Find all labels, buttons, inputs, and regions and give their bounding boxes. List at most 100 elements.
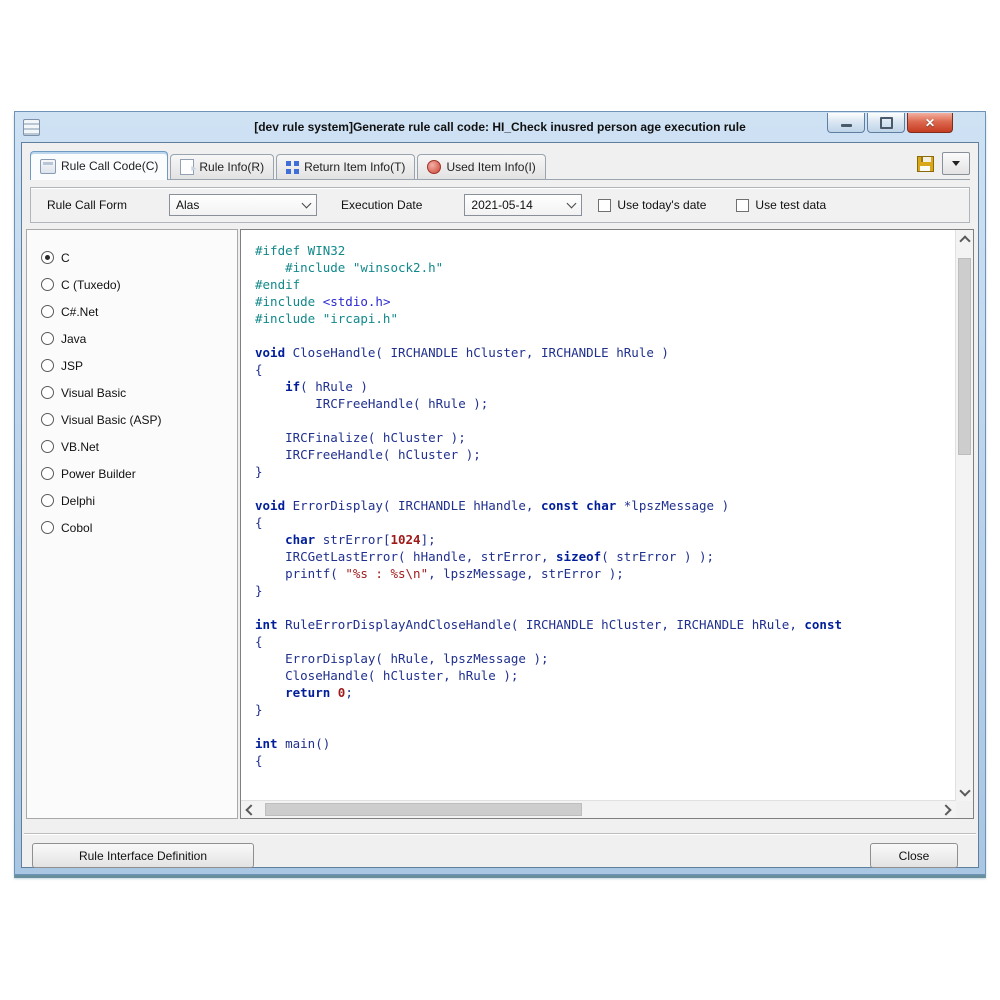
close-button[interactable]: Close (870, 843, 958, 868)
radio-icon (41, 494, 54, 507)
execution-date-select[interactable]: 2021-05-14 (464, 194, 582, 216)
radio-icon (41, 278, 54, 291)
tab-return-item-info-t[interactable]: Return Item Info(T) (276, 154, 415, 179)
tab-bar: Rule Call Code(C) Rule Info(R) Return Item… (30, 149, 970, 180)
tab-overflow-button[interactable] (942, 152, 970, 175)
maximize-button[interactable] (867, 113, 905, 133)
radio-label: C#.Net (61, 305, 98, 319)
scroll-left-button[interactable] (241, 801, 258, 818)
radio-icon (41, 332, 54, 345)
tab-label: Return Item Info(T) (304, 160, 405, 174)
horizontal-scroll-thumb[interactable] (265, 803, 582, 816)
code-line: #ifdef WIN32 (255, 242, 956, 259)
radio-java[interactable]: Java (41, 325, 237, 352)
radio-icon (41, 305, 54, 318)
code-line: { (255, 361, 956, 378)
code-line: IRCGetLastError( hHandle, strError, size… (255, 548, 956, 565)
dialog-window: [dev rule system]Generate rule call code… (14, 111, 986, 875)
radio-jsp[interactable]: JSP (41, 352, 237, 379)
radio-icon (41, 440, 54, 453)
minimize-button[interactable] (827, 113, 865, 133)
record-icon (427, 160, 441, 174)
code-line: CloseHandle( hCluster, hRule ); (255, 667, 956, 684)
client-area: Rule Call Code(C) Rule Info(R) Return Item… (21, 142, 979, 868)
code-line (255, 480, 956, 497)
radio-label: Delphi (61, 494, 95, 508)
radio-cobol[interactable]: Cobol (41, 514, 237, 541)
title-bar[interactable]: [dev rule system]Generate rule call code… (21, 112, 979, 142)
grid-icon (286, 161, 299, 174)
chevron-up-icon (959, 235, 970, 246)
scroll-right-button[interactable] (939, 801, 956, 818)
tab-rule-call-code-c[interactable]: Rule Call Code(C) (30, 151, 168, 180)
code-line: #include "ircapi.h" (255, 310, 956, 327)
rule-call-form-select[interactable]: Alas (169, 194, 317, 216)
code-line: IRCFreeHandle( hRule ); (255, 395, 956, 412)
tab-label: Used Item Info(I) (446, 160, 535, 174)
code-line: int main() (255, 735, 956, 752)
code-line: { (255, 514, 956, 531)
radio-power-builder[interactable]: Power Builder (41, 460, 237, 487)
code-line (255, 412, 956, 429)
code-editor[interactable]: #ifdef WIN32 #include "winsock2.h"#endif… (241, 230, 956, 801)
radio-label: Visual Basic (61, 386, 126, 400)
close-window-button[interactable]: ✕ (907, 113, 953, 133)
code-line: return 0; (255, 684, 956, 701)
code-line: void CloseHandle( IRCHANDLE hCluster, IR… (255, 344, 956, 361)
code-line: { (255, 633, 956, 650)
radio-icon (41, 359, 54, 372)
tabs: Rule Call Code(C) Rule Info(R) Return Item… (30, 151, 548, 179)
language-panel: C C (Tuxedo) C#.Net Java JSP Visual Basic Visu… (26, 229, 238, 819)
execution-date-label: Execution Date (341, 198, 422, 212)
save-button[interactable] (917, 156, 934, 172)
use-todays-date-label: Use today's date (617, 198, 706, 212)
code-form-icon (40, 159, 56, 174)
scroll-up-button[interactable] (956, 230, 973, 247)
tab-rule-info-r[interactable]: Rule Info(R) (170, 154, 274, 179)
vertical-scrollbar[interactable] (955, 230, 973, 801)
chevron-down-icon (302, 199, 312, 209)
chevron-right-icon (940, 804, 951, 815)
radio-label: C (61, 251, 70, 265)
use-test-data-checkbox[interactable]: Use test data (736, 198, 826, 212)
code-line (255, 718, 956, 735)
close-icon: ✕ (925, 117, 935, 129)
radio-selected-icon (41, 251, 54, 264)
code-line: #include "winsock2.h" (255, 259, 956, 276)
code-line: IRCFreeHandle( hCluster ); (255, 446, 956, 463)
use-todays-date-checkbox[interactable]: Use today's date (598, 198, 706, 212)
tab-used-item-info-i[interactable]: Used Item Info(I) (417, 154, 545, 179)
chevron-down-icon (952, 161, 960, 166)
radio-icon (41, 521, 54, 534)
code-line: } (255, 463, 956, 480)
radio-c-net[interactable]: C#.Net (41, 298, 237, 325)
radio-label: Cobol (61, 521, 92, 535)
horizontal-scrollbar[interactable] (241, 800, 956, 818)
caption-buttons: ✕ (827, 113, 953, 133)
radio-c[interactable]: C (41, 244, 237, 271)
radio-label: VB.Net (61, 440, 99, 454)
code-line: printf( "%s : %s\n", lpszMessage, strErr… (255, 565, 956, 582)
code-panel: #ifdef WIN32 #include "winsock2.h"#endif… (240, 229, 974, 819)
code-line: } (255, 582, 956, 599)
chevron-left-icon (245, 804, 256, 815)
radio-label: Power Builder (61, 467, 136, 481)
radio-c-tuxedo[interactable]: C (Tuxedo) (41, 271, 237, 298)
chevron-down-icon (567, 199, 577, 209)
tab-actions (917, 152, 970, 175)
execution-date-value: 2021-05-14 (471, 198, 532, 212)
maximize-icon (880, 117, 893, 129)
scrollbar-corner (956, 801, 973, 818)
radio-visual-basic-asp[interactable]: Visual Basic (ASP) (41, 406, 237, 433)
radio-delphi[interactable]: Delphi (41, 487, 237, 514)
radio-vb-net[interactable]: VB.Net (41, 433, 237, 460)
rule-interface-definition-button[interactable]: Rule Interface Definition (32, 843, 254, 868)
radio-label: Java (61, 332, 86, 346)
radio-icon (41, 467, 54, 480)
tab-label: Rule Info(R) (199, 160, 264, 174)
radio-visual-basic[interactable]: Visual Basic (41, 379, 237, 406)
scroll-down-button[interactable] (956, 784, 973, 801)
radio-icon (41, 386, 54, 399)
code-line: ErrorDisplay( hRule, lpszMessage ); (255, 650, 956, 667)
vertical-scroll-thumb[interactable] (958, 258, 971, 455)
